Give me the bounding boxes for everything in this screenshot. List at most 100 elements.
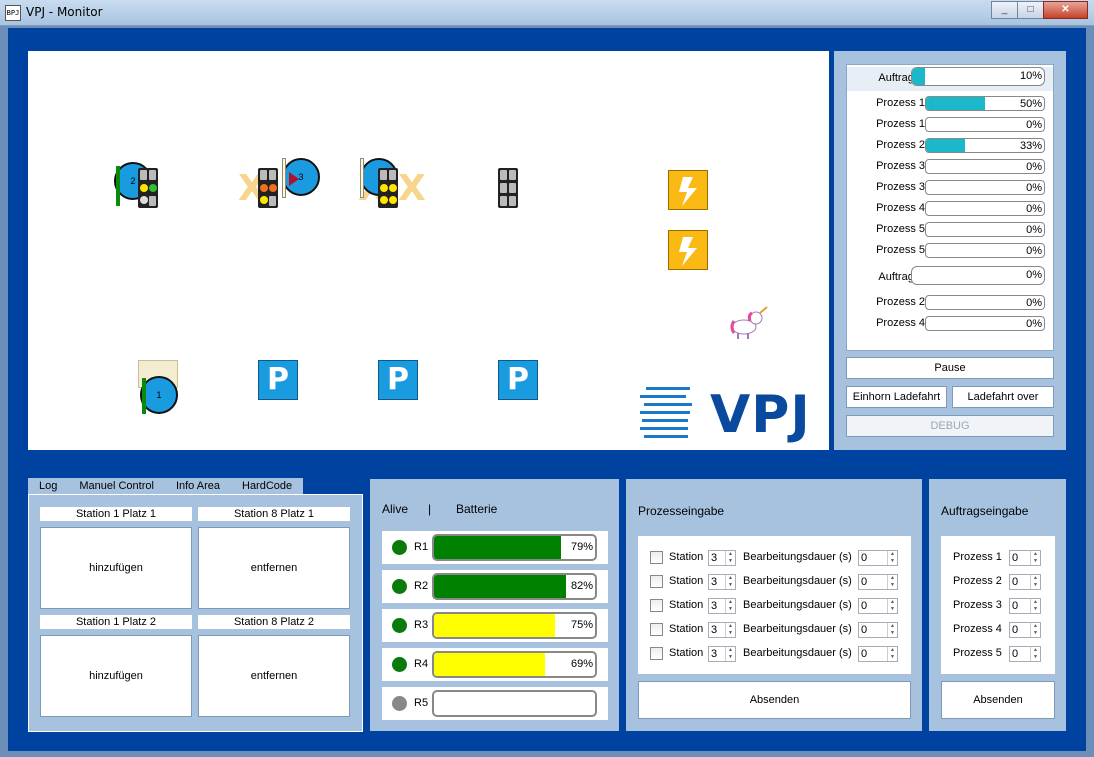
battery-bar: 75% bbox=[432, 612, 597, 639]
prozesseingabe-panel: Prozesseingabe Station 3 ▲ ▼ Bearbeitungsdau… bbox=[626, 479, 922, 731]
submit-process-button[interactable]: Absenden bbox=[638, 681, 911, 719]
robot-flag bbox=[282, 158, 286, 198]
process-count-value: 0 bbox=[1012, 576, 1019, 588]
stepper-arrows-icon[interactable]: ▲ ▼ bbox=[887, 647, 897, 661]
duration-stepper[interactable]: 0 ▲ ▼ bbox=[858, 574, 898, 590]
station-checkbox[interactable] bbox=[650, 575, 663, 588]
order-progress-row: Auftrag 1 10% bbox=[847, 67, 1053, 91]
order-input-row: Prozess 3 0 ▲ ▼ bbox=[941, 596, 1055, 616]
battery-fill bbox=[434, 614, 555, 637]
station-value: 3 bbox=[711, 648, 718, 660]
process-count-stepper[interactable]: 0 ▲ ▼ bbox=[1009, 574, 1041, 590]
duration-stepper[interactable]: 0 ▲ ▼ bbox=[858, 646, 898, 662]
process-count-stepper[interactable]: 0 ▲ ▼ bbox=[1009, 598, 1041, 614]
process-count-stepper[interactable]: 0 ▲ ▼ bbox=[1009, 550, 1041, 566]
charging-station-icon bbox=[668, 170, 708, 210]
station-checkbox[interactable] bbox=[650, 599, 663, 612]
stepper-arrows-icon[interactable]: ▲ ▼ bbox=[887, 599, 897, 613]
stepper-arrows-icon[interactable]: ▲ ▼ bbox=[725, 551, 735, 565]
parking-icon: P bbox=[378, 360, 418, 400]
stepper-arrows-icon[interactable]: ▲ ▼ bbox=[725, 647, 735, 661]
process-input-row: Station 3 ▲ ▼ Bearbeitungsdauer (s) 0 ▲ ▼ bbox=[638, 596, 911, 616]
process-input-row: Station 3 ▲ ▼ Bearbeitungsdauer (s) 0 ▲ ▼ bbox=[638, 572, 911, 592]
station-checkbox[interactable] bbox=[650, 623, 663, 636]
stepper-arrows-icon[interactable]: ▲ ▼ bbox=[887, 623, 897, 637]
station-stepper[interactable]: 3 ▲ ▼ bbox=[708, 646, 736, 662]
ladefahrt-over-button[interactable]: Ladefahrt over bbox=[952, 386, 1054, 408]
process-count-stepper[interactable]: 0 ▲ ▼ bbox=[1009, 622, 1041, 638]
progress-label: Prozess 4 bbox=[876, 202, 925, 214]
stepper-arrows-icon[interactable]: ▲ ▼ bbox=[1030, 551, 1040, 565]
station-stepper[interactable]: 3 ▲ ▼ bbox=[708, 622, 736, 638]
process-count-value: 0 bbox=[1012, 624, 1019, 636]
progress-percent: 50% bbox=[1019, 98, 1042, 110]
duration-stepper[interactable]: 0 ▲ ▼ bbox=[858, 622, 898, 638]
process-progress-row: Prozess 5 0% bbox=[847, 241, 1053, 261]
stepper-arrows-icon[interactable]: ▲ ▼ bbox=[1030, 623, 1040, 637]
stepper-arrows-icon[interactable]: ▲ ▼ bbox=[725, 575, 735, 589]
battery-percent: 79% bbox=[570, 541, 593, 553]
maximize-button[interactable]: □ bbox=[1017, 1, 1044, 19]
remove-station-8-platz-2-button[interactable]: entfernen bbox=[198, 635, 350, 717]
station-label: Station bbox=[669, 575, 704, 587]
stepper-arrows-icon[interactable]: ▲ ▼ bbox=[1030, 647, 1040, 661]
minimize-button[interactable]: _ bbox=[991, 1, 1018, 19]
process-input-row: Station 3 ▲ ▼ Bearbeitungsdauer (s) 0 ▲ ▼ bbox=[638, 548, 911, 568]
station-stepper[interactable]: 3 ▲ ▼ bbox=[708, 550, 736, 566]
alive-indicator-icon bbox=[392, 540, 407, 555]
robot-status-row: R5 bbox=[382, 687, 608, 720]
battery-bar: 79% bbox=[432, 534, 597, 561]
progress-percent: 0% bbox=[1026, 203, 1042, 215]
pause-button[interactable]: Pause bbox=[846, 357, 1054, 379]
close-button[interactable]: ✕ bbox=[1043, 1, 1088, 19]
stepper-arrows-icon[interactable]: ▲ ▼ bbox=[725, 599, 735, 613]
progress-bar: 0% bbox=[925, 295, 1045, 310]
duration-label: Bearbeitungsdauer (s) bbox=[743, 623, 852, 635]
progress-bar: 0% bbox=[925, 201, 1045, 216]
station-stepper[interactable]: 3 ▲ ▼ bbox=[708, 574, 736, 590]
add-station-1-platz-1-button[interactable]: hinzufügen bbox=[40, 527, 192, 609]
station-value: 3 bbox=[711, 576, 718, 588]
station-checkbox[interactable] bbox=[650, 647, 663, 660]
window-controls: _ □ ✕ bbox=[991, 1, 1088, 19]
stepper-arrows-icon[interactable]: ▲ ▼ bbox=[887, 551, 897, 565]
station-value: 3 bbox=[711, 600, 718, 612]
submit-order-button[interactable]: Absenden bbox=[941, 681, 1055, 719]
debug-button[interactable]: DEBUG bbox=[846, 415, 1054, 437]
stepper-arrows-icon[interactable]: ▲ ▼ bbox=[1030, 575, 1040, 589]
unicorn-icon bbox=[726, 305, 768, 341]
progress-label: Prozess 5 bbox=[876, 244, 925, 256]
process-label: Prozess 1 bbox=[953, 551, 1002, 563]
battery-header: Batterie bbox=[456, 502, 498, 516]
order-input-list: Prozess 1 0 ▲ ▼ Prozess 2 0 ▲ ▼ Prozess 3 0 ▲ ▼ Proz… bbox=[941, 536, 1055, 674]
duration-label: Bearbeitungsdauer (s) bbox=[743, 647, 852, 659]
process-count-stepper[interactable]: 0 ▲ ▼ bbox=[1009, 646, 1041, 662]
duration-stepper[interactable]: 0 ▲ ▼ bbox=[858, 598, 898, 614]
duration-stepper[interactable]: 0 ▲ ▼ bbox=[858, 550, 898, 566]
robot-name: R1 bbox=[414, 541, 429, 553]
stepper-arrows-icon[interactable]: ▲ ▼ bbox=[725, 623, 735, 637]
prozesseingabe-title: Prozesseingabe bbox=[638, 504, 725, 518]
battery-percent: 69% bbox=[570, 658, 593, 670]
remove-station-8-platz-1-button[interactable]: entfernen bbox=[198, 527, 350, 609]
window-title: VPJ - Monitor bbox=[26, 5, 103, 19]
duration-value: 0 bbox=[861, 576, 868, 588]
traffic-light bbox=[378, 168, 398, 208]
add-station-1-platz-2-button[interactable]: hinzufügen bbox=[40, 635, 192, 717]
station-1-platz-1-label: Station 1 Platz 1 bbox=[40, 507, 192, 521]
robot-status-row: R1 79% bbox=[382, 531, 608, 564]
order-input-row: Prozess 1 0 ▲ ▼ bbox=[941, 548, 1055, 568]
einhorn-ladefahrt-button[interactable]: Einhorn Ladefahrt bbox=[846, 386, 947, 408]
stepper-arrows-icon[interactable]: ▲ ▼ bbox=[1030, 599, 1040, 613]
manual-control-panel: Station 1 Platz 1 Station 8 Platz 1 hinz… bbox=[28, 494, 363, 732]
order-input-row: Prozess 4 0 ▲ ▼ bbox=[941, 620, 1055, 640]
station-checkbox[interactable] bbox=[650, 551, 663, 564]
robot-flag bbox=[360, 158, 364, 198]
station-stepper[interactable]: 3 ▲ ▼ bbox=[708, 598, 736, 614]
stepper-arrows-icon[interactable]: ▲ ▼ bbox=[887, 575, 897, 589]
process-label: Prozess 2 bbox=[953, 575, 1002, 587]
robot-marker[interactable]: 3 bbox=[282, 158, 320, 196]
process-progress-row: Prozess 1 50% bbox=[847, 94, 1053, 114]
robot-flag bbox=[142, 378, 146, 414]
duration-value: 0 bbox=[861, 552, 868, 564]
